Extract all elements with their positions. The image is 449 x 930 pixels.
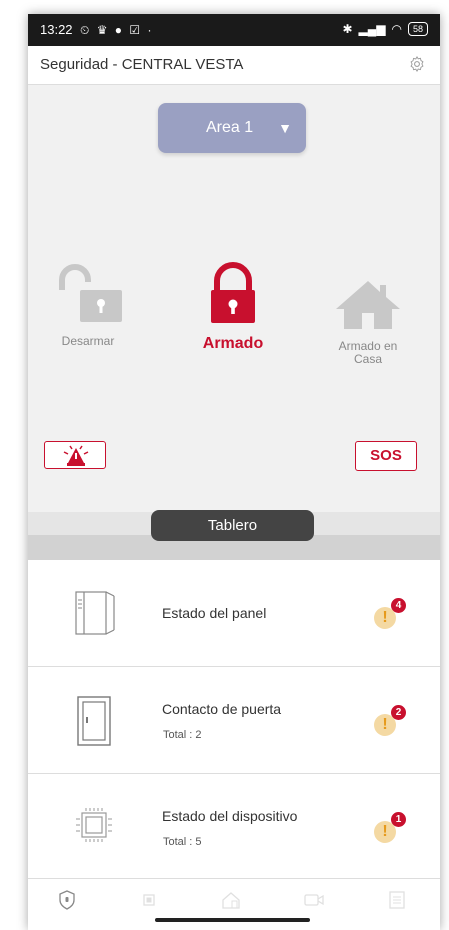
camera-icon[interactable] xyxy=(303,889,325,911)
app-header: Seguridad - CENTRAL VESTA xyxy=(28,46,440,85)
page-title: Seguridad - CENTRAL VESTA xyxy=(40,56,244,73)
house-icon xyxy=(336,281,400,329)
panic-alarm-button[interactable] xyxy=(44,441,106,469)
smart-home-icon[interactable] xyxy=(220,889,242,911)
armed-button[interactable]: Armado xyxy=(198,262,268,353)
phone-screen: 13:22 ⏲ ♛ ● ☑ · ✱ ▂▄▆ ◠ 58 Seguridad - C… xyxy=(28,14,440,930)
tablero-tab[interactable]: Tablero xyxy=(151,510,314,541)
status-bar: 13:22 ⏲ ♛ ● ☑ · ✱ ▂▄▆ ◠ 58 xyxy=(28,14,440,46)
chip-icon xyxy=(76,808,112,842)
home-arm-button[interactable]: Armado en Casa xyxy=(328,279,408,366)
shield-icon[interactable] xyxy=(56,889,78,911)
list-item-panel-status[interactable]: Estado del panel ! 4 xyxy=(28,560,440,667)
alert-count-badge: 4 xyxy=(391,598,406,613)
list-icon[interactable] xyxy=(386,889,408,911)
signal-icon: ▂▄▆ xyxy=(358,22,386,36)
armed-label: Armado xyxy=(202,335,264,352)
door-icon xyxy=(77,696,111,746)
area-selected-value: Area 1 xyxy=(206,119,254,136)
alert-count-badge: 2 xyxy=(391,705,406,720)
status-icons: ✱ ▂▄▆ ◠ 58 xyxy=(342,22,428,36)
home-arm-label: Armado en Casa xyxy=(338,339,398,366)
disarm-label: Desarmar xyxy=(61,334,115,348)
list-item-door-contact[interactable]: Contacto de puerta Total : 2 ! 2 xyxy=(28,667,440,774)
row-title: Estado del dispositivo xyxy=(162,808,298,824)
wifi-icon: ◠ xyxy=(391,22,402,36)
gesture-bar[interactable] xyxy=(155,918,310,922)
gear-icon[interactable] xyxy=(408,55,426,73)
chevron-down-icon: ▼ xyxy=(278,120,292,136)
device-chip-nav-icon[interactable] xyxy=(138,889,160,911)
locked-padlock-icon xyxy=(211,262,255,323)
area-selector[interactable]: Area 1 ▼ xyxy=(158,103,306,153)
row-subtitle: Total : 2 xyxy=(163,729,202,741)
bottom-nav xyxy=(28,878,440,930)
notification-icons: ⏲ ♛ ● ☑ · xyxy=(80,23,154,37)
row-title: Estado del panel xyxy=(162,605,267,621)
row-title: Contacto de puerta xyxy=(162,701,282,717)
bluetooth-icon: ✱ xyxy=(342,22,353,36)
row-subtitle: Total : 5 xyxy=(163,836,202,848)
status-time: 13:22 xyxy=(40,22,73,37)
disarm-button[interactable]: Desarmar xyxy=(48,262,128,348)
status-list: Estado del panel ! 4 Contacto de puerta … xyxy=(28,560,440,881)
battery-icon: 58 xyxy=(407,22,428,36)
sos-button[interactable]: SOS xyxy=(355,441,417,471)
alarm-siren-icon xyxy=(63,445,89,466)
panel-icon xyxy=(75,591,115,635)
alert-count-badge: 1 xyxy=(391,812,406,827)
list-item-device-status[interactable]: Estado del dispositivo Total : 5 ! 1 xyxy=(28,774,440,881)
unlocked-padlock-icon xyxy=(59,264,122,322)
